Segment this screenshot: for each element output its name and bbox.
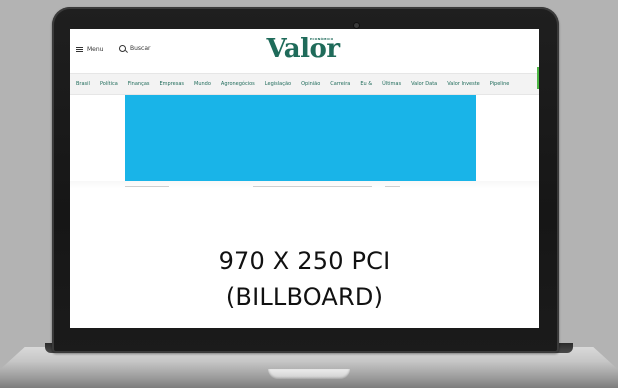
nav-item[interactable]: Finanças bbox=[128, 81, 150, 87]
mockup-stage: Menu Buscar Valor ECONÔMICO Brasil Políti… bbox=[0, 0, 618, 388]
content-divider bbox=[385, 186, 400, 187]
billboard-size-label: 970 X 250 PCI bbox=[218, 247, 391, 275]
site-logo[interactable]: Valor ECONÔMICO bbox=[266, 34, 340, 70]
nav-item[interactable]: Pipeline bbox=[490, 81, 510, 87]
content-divider bbox=[125, 186, 169, 187]
nav-item[interactable]: Legislação bbox=[265, 81, 291, 87]
ad-banner[interactable] bbox=[125, 95, 476, 181]
nav-item[interactable]: Política bbox=[100, 81, 118, 87]
nav-item[interactable]: Agronegócios bbox=[221, 81, 255, 87]
nav-item[interactable]: Brasil bbox=[76, 81, 90, 87]
content-divider bbox=[253, 186, 372, 187]
page-content-strip bbox=[70, 181, 539, 189]
site-header: Menu Buscar Valor ECONÔMICO bbox=[70, 29, 539, 73]
billboard-placeholder: 970 X 250 PCI (BILLBOARD) bbox=[70, 189, 539, 328]
nav-item[interactable]: Eu & bbox=[360, 81, 372, 87]
nav-item[interactable]: Opinião bbox=[301, 81, 320, 87]
trackpad-notch bbox=[268, 369, 350, 379]
menu-button[interactable]: Menu bbox=[76, 46, 103, 53]
nav-item[interactable]: Mundo bbox=[194, 81, 211, 87]
search-button[interactable]: Buscar bbox=[119, 45, 151, 52]
billboard-format-label: (BILLBOARD) bbox=[225, 283, 384, 311]
camera-icon bbox=[354, 23, 359, 28]
search-label: Buscar bbox=[130, 45, 151, 52]
logo-subtitle: ECONÔMICO bbox=[310, 37, 334, 41]
nav-item[interactable]: Últimas bbox=[382, 81, 401, 87]
hamburger-icon bbox=[76, 47, 83, 52]
laptop-screen: Menu Buscar Valor ECONÔMICO Brasil Políti… bbox=[70, 29, 539, 328]
nav-item[interactable]: Valor Data bbox=[411, 81, 437, 87]
laptop-base bbox=[0, 347, 618, 388]
nav-item[interactable]: Empresas bbox=[160, 81, 185, 87]
nav-item[interactable]: Valor Investe bbox=[447, 81, 480, 87]
section-nav: Brasil Política Finanças Empresas Mundo Agron… bbox=[70, 73, 539, 95]
scroll-accent bbox=[537, 67, 539, 89]
search-icon bbox=[119, 45, 126, 52]
nav-item[interactable]: Carreira bbox=[330, 81, 350, 87]
menu-label: Menu bbox=[87, 46, 104, 53]
